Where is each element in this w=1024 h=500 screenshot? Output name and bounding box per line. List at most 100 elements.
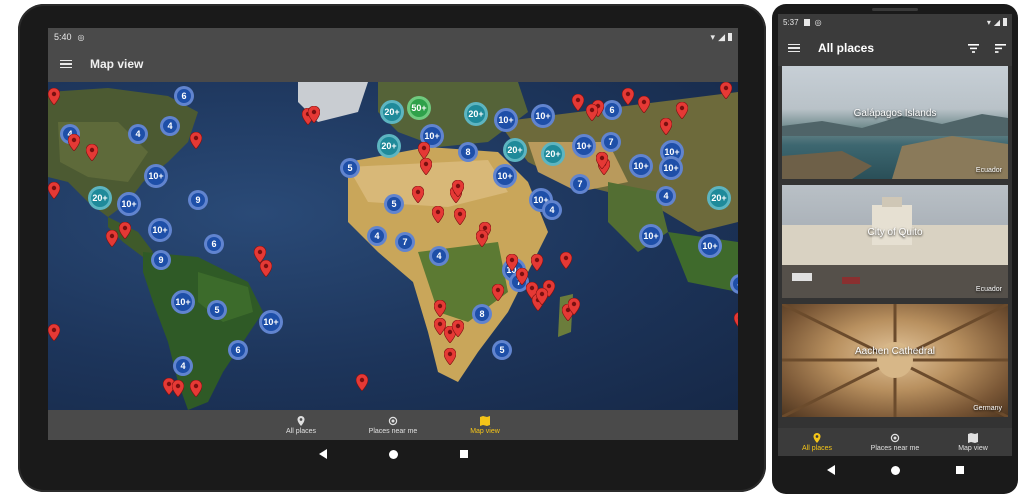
map-cluster-marker[interactable]: 4: [367, 226, 387, 246]
map-pin-marker[interactable]: [260, 260, 272, 277]
map-cluster-marker[interactable]: 4: [173, 356, 193, 376]
nav-places-near-me[interactable]: Places near me: [347, 410, 439, 440]
map-cluster-marker[interactable]: 20+: [503, 138, 527, 162]
map-pin-marker[interactable]: [356, 374, 368, 391]
map-cluster-marker[interactable]: 7: [601, 132, 621, 152]
home-icon[interactable]: [890, 465, 900, 475]
map-cluster-marker[interactable]: 10+: [148, 218, 172, 242]
map-cluster-marker[interactable]: 4: [160, 116, 180, 136]
map-cluster-marker[interactable]: 20+: [380, 100, 404, 124]
map-cluster-marker[interactable]: 10+: [629, 154, 653, 178]
map-cluster-marker[interactable]: 4: [429, 246, 449, 266]
map-pin-marker[interactable]: [68, 134, 80, 151]
map-cluster-marker[interactable]: 6: [174, 86, 194, 106]
map-cluster-marker[interactable]: 10+: [531, 104, 555, 128]
map-cluster-marker[interactable]: 8: [472, 304, 492, 324]
map-pin-marker[interactable]: [572, 94, 584, 111]
map-pin-marker[interactable]: [560, 252, 572, 269]
map-cluster-marker[interactable]: 10+: [659, 156, 683, 180]
sort-icon[interactable]: [995, 43, 1006, 53]
map-cluster-marker[interactable]: 50+: [407, 96, 431, 120]
map-pin-marker[interactable]: [638, 96, 650, 113]
map-cluster-marker[interactable]: 10+: [171, 290, 195, 314]
nav-all-places[interactable]: All places: [255, 410, 347, 440]
map-pin-marker[interactable]: [454, 208, 466, 225]
place-card[interactable]: City of Quito Ecuador: [782, 185, 1008, 298]
map-cluster-marker[interactable]: 5: [492, 340, 512, 360]
map-cluster-marker[interactable]: 6: [602, 100, 622, 120]
map-pin-marker[interactable]: [190, 132, 202, 149]
recents-icon[interactable]: [955, 466, 964, 474]
menu-icon[interactable]: [60, 59, 72, 69]
map-pin-marker[interactable]: [86, 144, 98, 161]
back-icon[interactable]: [318, 449, 327, 459]
map-pin-marker[interactable]: [308, 106, 320, 123]
map-pin-marker[interactable]: [190, 380, 202, 397]
map-pin-marker[interactable]: [596, 152, 608, 169]
world-map[interactable]: 6 4 4 4 20+ 50+ 20+ 10+ 10+ 6 20+ 10+ 8 20+ 20+ 10+ 7 10+…: [48, 82, 738, 410]
map-cluster-marker[interactable]: 10+: [698, 234, 722, 258]
map-pin-marker[interactable]: [676, 102, 688, 119]
map-cluster-marker[interactable]: 20+: [541, 142, 565, 166]
map-cluster-marker[interactable]: 10+: [493, 164, 517, 188]
map-pin-marker[interactable]: [119, 222, 131, 239]
map-cluster-marker[interactable]: 5: [207, 300, 227, 320]
nav-all-places[interactable]: All places: [782, 432, 852, 452]
map-cluster-marker[interactable]: 10+: [144, 164, 168, 188]
nav-places-near-me[interactable]: Places near me: [860, 433, 930, 452]
map-pin-marker[interactable]: [660, 118, 672, 135]
map-pin-marker[interactable]: [418, 142, 430, 159]
map-cluster-marker[interactable]: 9: [151, 250, 171, 270]
map-pin-marker[interactable]: [476, 230, 488, 247]
map-pin-marker[interactable]: [452, 320, 464, 337]
map-cluster-marker[interactable]: 10+: [117, 192, 141, 216]
map-cluster-marker[interactable]: 7: [570, 174, 590, 194]
map-cluster-marker[interactable]: 6: [204, 234, 224, 254]
map-pin-marker[interactable]: [492, 284, 504, 301]
filter-icon[interactable]: [968, 43, 979, 53]
map-pin-marker[interactable]: [622, 88, 634, 105]
map-pin-marker[interactable]: [48, 182, 60, 199]
map-pin-marker[interactable]: [432, 206, 444, 223]
map-cluster-marker[interactable]: 5: [384, 194, 404, 214]
map-pin-marker[interactable]: [536, 288, 548, 305]
place-card[interactable]: Aachen Cathedral Germany: [782, 304, 1008, 417]
place-card[interactable]: Galápagos Islands Ecuador: [782, 66, 1008, 179]
map-pin-marker[interactable]: [444, 348, 456, 365]
map-cluster-marker[interactable]: 20+: [464, 102, 488, 126]
map-pin-marker[interactable]: [48, 324, 60, 341]
map-cluster-marker[interactable]: 6: [228, 340, 248, 360]
map-cluster-marker[interactable]: 20+: [88, 186, 112, 210]
map-cluster-marker[interactable]: 4: [128, 124, 148, 144]
nav-map-view[interactable]: Map view: [938, 432, 1008, 452]
map-cluster-marker[interactable]: 4: [542, 200, 562, 220]
map-pin-marker[interactable]: [48, 88, 60, 105]
map-cluster-marker[interactable]: 5: [340, 158, 360, 178]
map-cluster-marker[interactable]: 4: [656, 186, 676, 206]
map-cluster-marker[interactable]: 8: [458, 142, 478, 162]
map-cluster-marker[interactable]: 10+: [259, 310, 283, 334]
map-pin-marker[interactable]: [452, 180, 464, 197]
map-cluster-marker[interactable]: 10+: [639, 224, 663, 248]
home-icon[interactable]: [388, 449, 398, 459]
map-pin-marker[interactable]: [172, 380, 184, 397]
menu-icon[interactable]: [788, 43, 800, 53]
map-cluster-marker[interactable]: 20+: [377, 134, 401, 158]
map-pin-marker[interactable]: [420, 158, 432, 175]
map-cluster-marker[interactable]: 10+: [572, 134, 596, 158]
map-pin-marker[interactable]: [586, 104, 598, 121]
map-cluster-marker[interactable]: 10+: [494, 108, 518, 132]
back-icon[interactable]: [826, 465, 835, 475]
recents-icon[interactable]: [459, 450, 468, 458]
map-cluster-marker[interactable]: 9: [188, 190, 208, 210]
map-pin-marker[interactable]: [412, 186, 424, 203]
map-pin-marker[interactable]: [568, 298, 580, 315]
map-pin-marker[interactable]: [106, 230, 118, 247]
nav-map-view[interactable]: Map view: [439, 410, 531, 440]
map-pin-marker[interactable]: [720, 82, 732, 99]
map-cluster-marker[interactable]: 7: [395, 232, 415, 252]
map-cluster-marker[interactable]: 20+: [707, 186, 731, 210]
map-pin-marker[interactable]: [434, 300, 446, 317]
map-pin-marker[interactable]: [734, 312, 738, 329]
map-pin-marker[interactable]: [531, 254, 543, 271]
